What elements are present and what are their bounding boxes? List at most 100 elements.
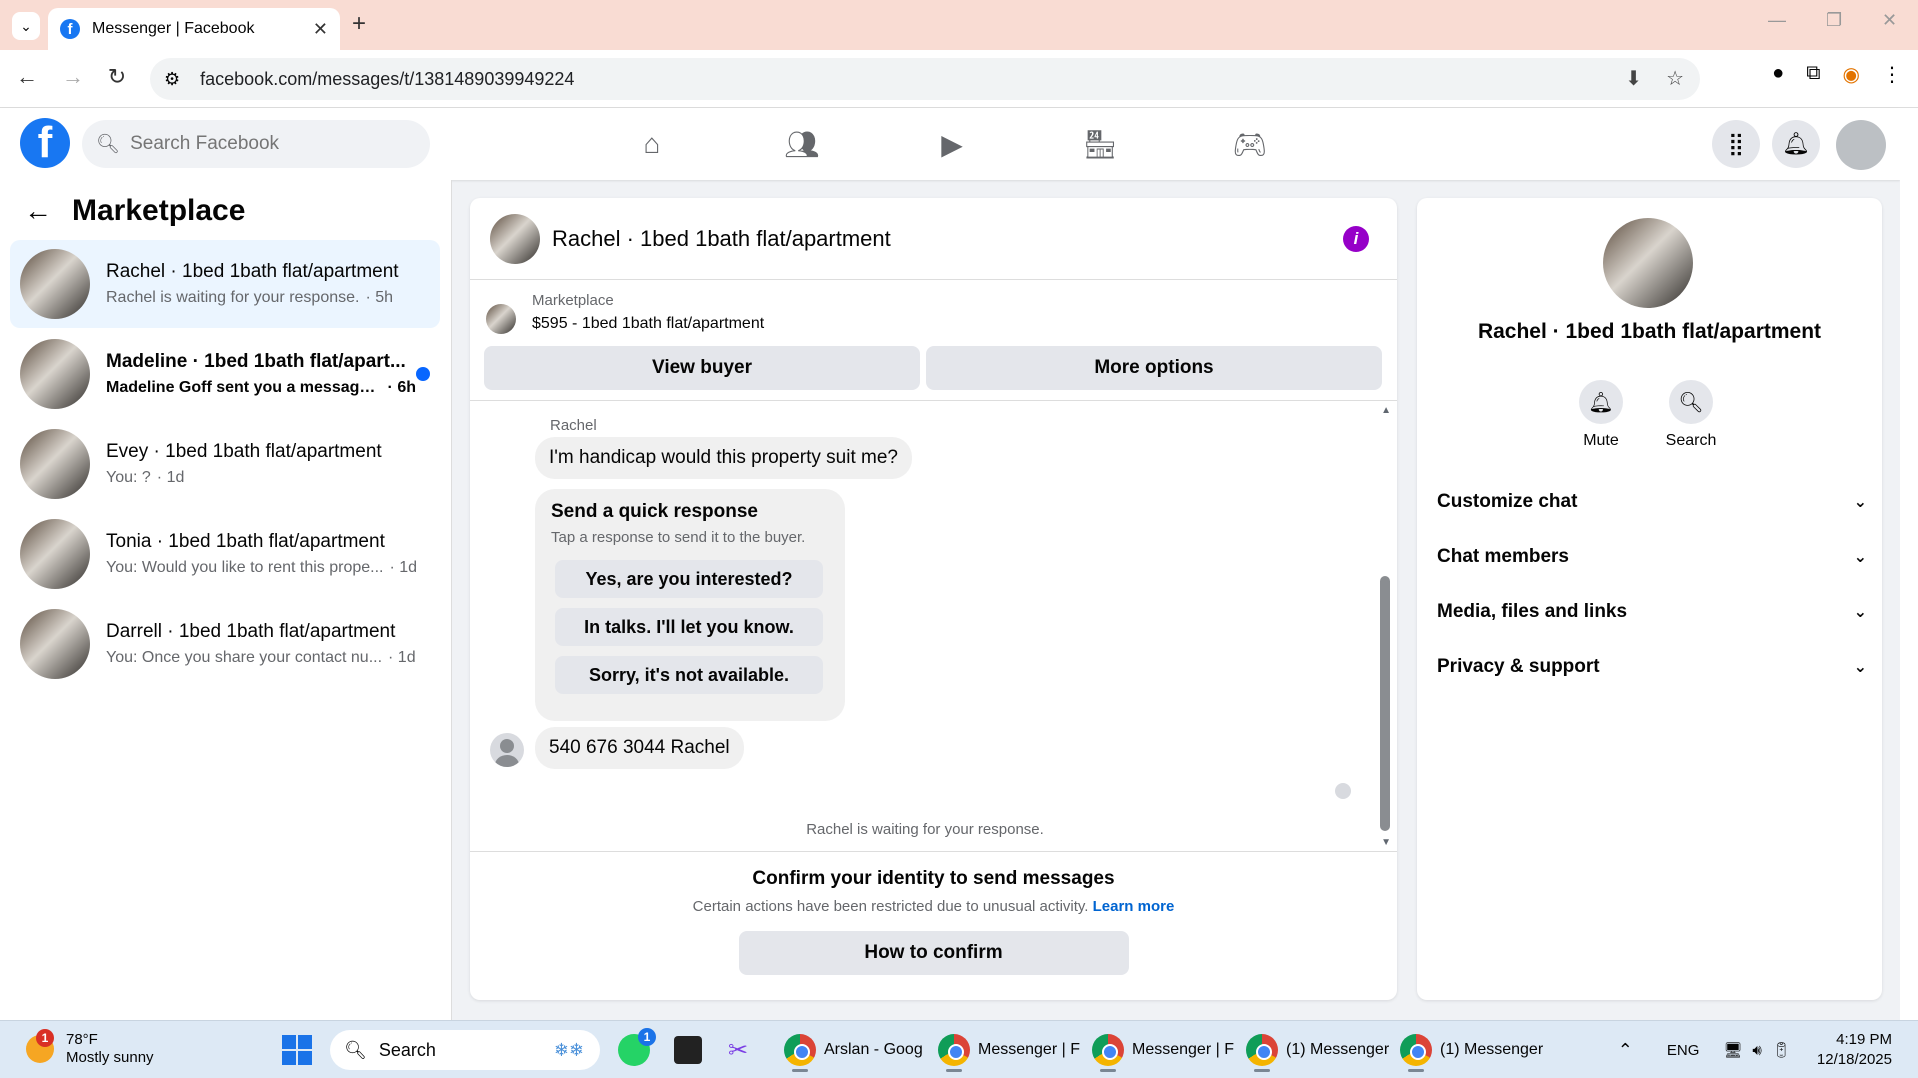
chrome-taskbar-app[interactable]: (1) Messenger (1400, 1031, 1543, 1072)
confirm-subtitle: Certain actions have been restricted due… (692, 898, 1089, 915)
taskbar-search[interactable]: 🔍︎ Search ❄❄ (330, 1030, 600, 1070)
conversation-item[interactable]: Rachel · 1bed 1bath flat/apartment Rache… (10, 240, 440, 328)
close-window-icon[interactable]: ✕ (1882, 10, 1897, 31)
conversation-item[interactable]: Evey · 1bed 1bath flat/apartment You: ? ·… (10, 420, 440, 508)
clock-date: 12/18/2025 (1816, 1051, 1892, 1068)
quick-response-in-talks-button[interactable]: In talks. I'll let you know. (555, 608, 823, 646)
gaming-icon[interactable]: 🎮︎ (1230, 126, 1270, 162)
chat-details-panel: Rachel · 1bed 1bath flat/apartment 🔔︎ Mu… (1417, 198, 1882, 1000)
conversation-item[interactable]: Darrell · 1bed 1bath flat/apartment You:… (10, 600, 440, 688)
snipping-tool-taskbar-app[interactable]: ✂ (728, 1031, 748, 1069)
home-icon[interactable]: ⌂ (632, 126, 672, 162)
weather-widget[interactable]: 1 78°F Mostly sunny (26, 1029, 154, 1067)
conversation-item[interactable]: Madeline · 1bed 1bath flat/apart... Made… (10, 330, 440, 418)
forward-icon[interactable]: → (58, 64, 88, 90)
chat-avatar[interactable] (490, 213, 540, 264)
marketplace-icon[interactable]: 🏪︎ (1080, 126, 1120, 162)
confirm-title: Confirm your identity to send messages (752, 868, 1115, 889)
url-omnibox[interactable]: ⚙ facebook.com/messages/t/13814890399492… (150, 58, 1700, 100)
chrome-icon (1246, 1034, 1278, 1072)
network-icon[interactable]: 🖥︎ (1723, 1041, 1742, 1059)
quick-response-yes-button[interactable]: Yes, are you interested? (555, 560, 823, 598)
sticky-notes-taskbar-app[interactable] (674, 1031, 702, 1069)
conversation-name: Madeline · 1bed 1bath flat/apart... (106, 351, 406, 372)
sender-avatar-icon[interactable] (490, 733, 524, 767)
chat-title[interactable]: Rachel · 1bed 1bath flat/apartment (552, 226, 1343, 252)
windows-start-icon[interactable] (282, 1035, 312, 1065)
back-icon[interactable]: ← (12, 64, 42, 90)
page-scrollbar[interactable] (1900, 108, 1918, 1020)
conversation-time: · 5h (365, 289, 394, 306)
snowflake-icon: ❄❄ (553, 1039, 584, 1060)
mute-bell-icon[interactable]: 🔔︎ (1579, 380, 1623, 424)
friends-icon[interactable]: 👥︎ (782, 126, 822, 162)
facebook-search-box[interactable]: 🔍︎ (82, 120, 430, 168)
video-icon[interactable]: ▶ (932, 126, 972, 162)
quick-response-not-available-button[interactable]: Sorry, it's not available. (555, 656, 823, 694)
listing-summary: Marketplace $595 - 1bed 1bath flat/apart… (470, 280, 1397, 334)
browser-tab-bar: ⌄ f Messenger | Facebook ✕ + — ❐ ✕ (0, 0, 1918, 50)
extensions-puzzle-icon[interactable]: ⧉ (1806, 62, 1820, 87)
language-indicator[interactable]: ENG (1667, 1042, 1700, 1059)
conversation-thumbnail (20, 519, 90, 589)
conversation-time: · 1d (388, 649, 416, 666)
sidebar-header: ← Marketplace (24, 194, 245, 228)
conversation-item[interactable]: Tonia · 1bed 1bath flat/apartment You: W… (10, 510, 440, 598)
clock[interactable]: 4:19 PM 12/18/2025 (1817, 1030, 1892, 1070)
customize-chat-section[interactable]: Customize chat ⌄ (1437, 482, 1867, 522)
search-icon[interactable]: 🔍︎ (1669, 380, 1713, 424)
scroll-up-icon[interactable]: ▲ (1381, 405, 1391, 416)
new-tab-icon[interactable]: + (352, 10, 366, 38)
chrome-icon (1092, 1034, 1124, 1072)
chrome-taskbar-app[interactable]: Messenger | F (938, 1031, 1080, 1072)
back-arrow-icon[interactable]: ← (24, 195, 52, 227)
tab-search-chevron-icon[interactable]: ⌄ (12, 12, 40, 40)
whatsapp-taskbar-app[interactable]: 1 (618, 1028, 656, 1069)
search-action[interactable]: 🔍︎ Search (1651, 380, 1731, 450)
tray-expand-icon[interactable]: ⌃ (1618, 1040, 1633, 1061)
account-avatar[interactable] (1836, 120, 1886, 170)
browser-menu-icon[interactable]: ⋮ (1882, 62, 1902, 87)
install-app-icon[interactable]: ⬇ (1625, 66, 1642, 91)
chrome-taskbar-app[interactable]: (1) Messenger (1246, 1031, 1389, 1072)
battery-icon[interactable]: 🔋︎ (1772, 1041, 1791, 1059)
snipping-tool-icon: ✂ (728, 1036, 749, 1064)
chevron-down-icon: ⌄ (1853, 549, 1867, 566)
cookie-extension-icon[interactable]: ● (1772, 62, 1784, 87)
tab-close-icon[interactable]: ✕ (313, 19, 328, 40)
browser-tab[interactable]: f Messenger | Facebook ✕ (48, 8, 340, 50)
weather-temp: 78°F (66, 1031, 98, 1048)
conversation-preview: You: ? (106, 469, 151, 486)
bookmark-star-icon[interactable]: ☆ (1666, 66, 1684, 91)
profile-icon[interactable]: ◉ (1843, 62, 1860, 87)
chrome-taskbar-app[interactable]: Messenger | F (1092, 1031, 1234, 1072)
section-label: Privacy & support (1437, 656, 1600, 677)
how-to-confirm-button[interactable]: How to confirm (738, 931, 1129, 975)
site-settings-icon[interactable]: ⚙ (164, 69, 180, 90)
taskbar-search-label: Search (378, 1039, 436, 1060)
view-buyer-button[interactable]: View buyer (484, 346, 920, 390)
facebook-logo-icon[interactable]: f (20, 118, 70, 168)
chat-scrollbar-thumb[interactable] (1380, 576, 1390, 831)
mute-action[interactable]: 🔔︎ Mute (1561, 380, 1641, 450)
chrome-taskbar-app[interactable]: Arslan - Goog (784, 1031, 923, 1072)
minimize-icon[interactable]: — (1768, 10, 1786, 31)
learn-more-link[interactable]: Learn more (1093, 898, 1175, 915)
details-avatar[interactable] (1603, 218, 1693, 308)
menu-grid-icon[interactable]: ⣿ (1712, 120, 1760, 168)
media-files-links-section[interactable]: Media, files and links ⌄ (1437, 592, 1867, 632)
volume-icon[interactable]: 🔊︎ (1752, 1042, 1761, 1059)
more-options-button[interactable]: More options (926, 346, 1382, 390)
facebook-favicon-icon: f (60, 19, 80, 39)
privacy-support-section[interactable]: Privacy & support ⌄ (1437, 647, 1867, 687)
reload-icon[interactable]: ↻ (102, 64, 132, 90)
chat-members-section[interactable]: Chat members ⌄ (1437, 537, 1867, 577)
restore-icon[interactable]: ❐ (1826, 10, 1842, 31)
notifications-bell-icon[interactable]: 🔔︎ (1772, 120, 1820, 168)
conversation-thumbnail (20, 249, 90, 319)
scroll-down-icon[interactable]: ▼ (1381, 837, 1391, 848)
info-icon[interactable]: i (1343, 225, 1369, 252)
conversation-preview: Madeline Goff sent you a message... (106, 379, 382, 396)
conversation-preview: You: Once you share your contact nu... (106, 649, 383, 666)
facebook-search-input[interactable] (130, 133, 411, 155)
